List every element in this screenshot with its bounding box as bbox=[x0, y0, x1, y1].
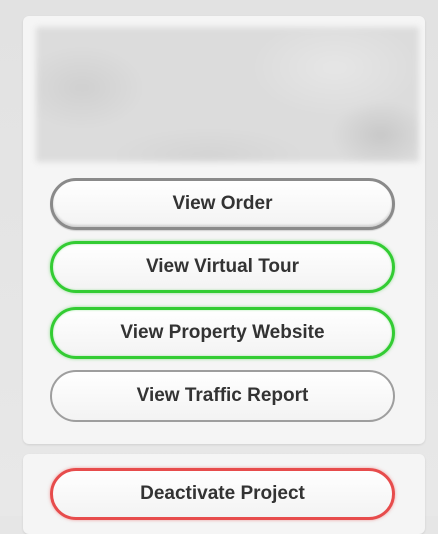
view-traffic-report-button[interactable]: View Traffic Report bbox=[50, 370, 395, 422]
view-virtual-tour-label: View Virtual Tour bbox=[145, 256, 300, 277]
view-property-website-label: View Property Website bbox=[120, 322, 325, 343]
project-actions-card: Deactivate Project bbox=[23, 454, 425, 534]
deactivate-project-label: Deactivate Project bbox=[140, 483, 305, 504]
page: View Order View Virtual Tour View Proper… bbox=[0, 0, 438, 534]
property-thumbnail bbox=[36, 27, 419, 162]
deactivate-project-button[interactable]: Deactivate Project bbox=[50, 468, 395, 520]
project-card: View Order View Virtual Tour View Proper… bbox=[23, 16, 425, 444]
view-order-button[interactable]: View Order bbox=[50, 178, 395, 230]
view-virtual-tour-button[interactable]: View Virtual Tour bbox=[50, 241, 395, 293]
view-traffic-report-label: View Traffic Report bbox=[136, 385, 309, 406]
view-property-website-button[interactable]: View Property Website bbox=[50, 307, 395, 359]
view-order-label: View Order bbox=[172, 193, 273, 214]
